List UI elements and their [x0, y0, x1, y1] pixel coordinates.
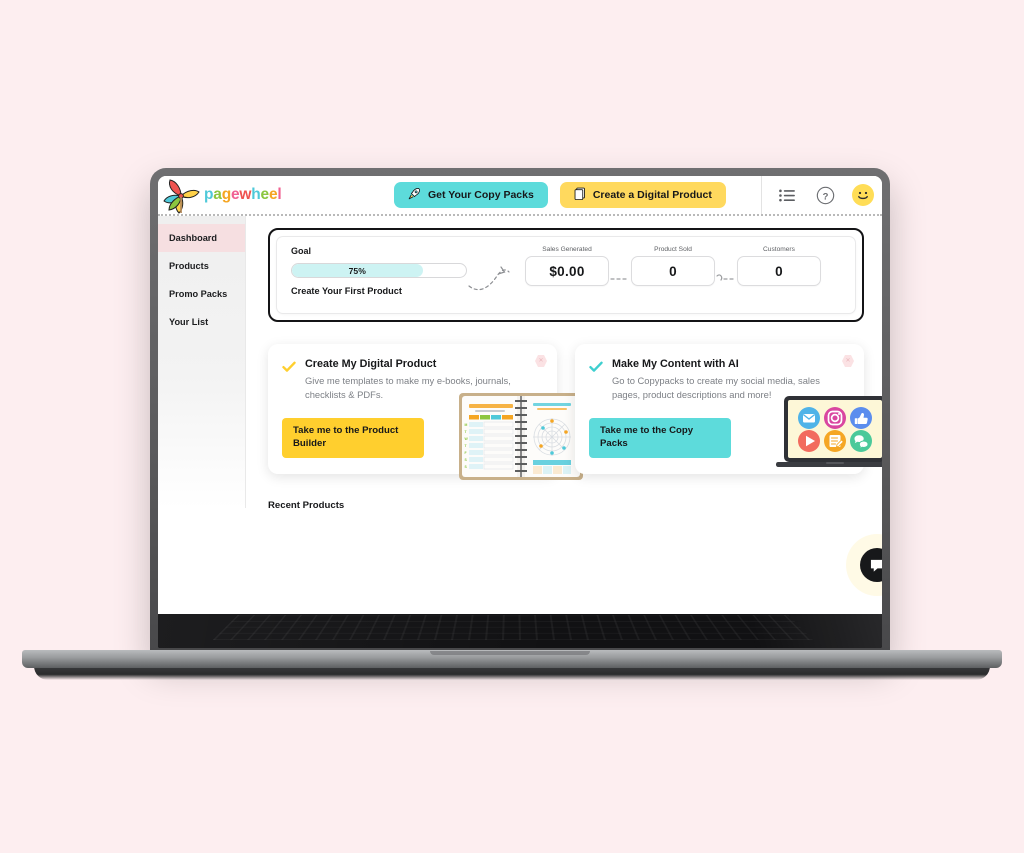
spiral-planner-illustration: MTW TFSS: [457, 390, 585, 482]
goal-stats: Sales Generated $0.00 Product Sold 0 Cus…: [525, 246, 821, 302]
goal-progress-bar: 75%: [291, 263, 467, 278]
sidebar-item-label: Products: [169, 261, 209, 271]
brand-name: pagewheel: [204, 186, 282, 203]
goal-card-inner: Goal 75% Create Your First Product Sales…: [276, 236, 856, 314]
laptop-base-notch: [430, 651, 590, 655]
get-copy-packs-button[interactable]: Get Your Copy Packs: [394, 182, 548, 208]
sidebar-item-promo-packs[interactable]: Promo Packs: [158, 280, 245, 308]
app-body: Dashboard Products Promo Packs Your List: [158, 216, 882, 612]
header-actions: Get Your Copy Packs Create a Digital Pro…: [394, 182, 726, 208]
laptop-base-shadow: [34, 666, 990, 680]
sidebar-item-your-list[interactable]: Your List: [158, 308, 245, 336]
help-circle-icon[interactable]: ?: [814, 184, 836, 206]
create-digital-product-label: Create a Digital Product: [592, 189, 712, 201]
sidebar-item-dashboard[interactable]: Dashboard: [158, 224, 245, 252]
goal-subtitle: Create Your First Product: [291, 286, 402, 296]
sidebar-item-products[interactable]: Products: [158, 252, 245, 280]
copy-packs-button[interactable]: Take me to the Copy Packs: [589, 418, 731, 458]
recent-products-title: Recent Products: [268, 500, 345, 511]
brand-logo[interactable]: pagewheel: [158, 176, 286, 214]
promo-card-ai-content: ✕ Make My Content with AI Go to Copypack…: [575, 344, 882, 474]
goal-progress-section: Goal 75% Create Your First Product: [291, 246, 467, 296]
goal-card: Goal 75% Create Your First Product Sales…: [268, 228, 864, 322]
svg-text:M: M: [465, 423, 468, 427]
stat-customers: Customers 0: [737, 246, 821, 286]
goal-progress-fill: 75%: [292, 264, 423, 277]
sidebar-item-label: Your List: [169, 317, 209, 327]
laptop-social-icons-illustration: [774, 394, 882, 472]
laptop-mockup: pagewheel Get Your Copy Packs Create a D…: [0, 0, 1024, 853]
promo-cards-row: ✕ Create My Digital Product Give me temp…: [268, 344, 882, 480]
goal-connector-arrow: [467, 246, 525, 302]
stat-product-sold: Product Sold 0: [631, 246, 715, 286]
promo-card-title: Create My Digital Product: [305, 358, 437, 370]
goal-progress-label: 75%: [348, 265, 366, 276]
goal-title: Goal: [291, 246, 312, 256]
main-content: Goal 75% Create Your First Product Sales…: [246, 216, 882, 612]
product-builder-button[interactable]: Take me to the Product Builder: [282, 418, 424, 458]
sidebar-item-label: Dashboard: [169, 233, 217, 243]
stat-box: 0: [631, 256, 715, 286]
stat-label: Sales Generated: [542, 246, 592, 253]
sidebar-item-label: Promo Packs: [169, 289, 228, 299]
stat-value: 0: [775, 263, 783, 279]
sidebar: Dashboard Products Promo Packs Your List: [158, 216, 246, 508]
stat-label: Product Sold: [654, 246, 692, 253]
promo-card-digital-product: ✕ Create My Digital Product Give me temp…: [268, 344, 583, 480]
get-copy-packs-label: Get Your Copy Packs: [428, 189, 534, 201]
svg-text:?: ?: [822, 191, 828, 202]
stat-box: 0: [737, 256, 821, 286]
stat-value: $0.00: [549, 263, 585, 279]
stat-sales-generated: Sales Generated $0.00: [525, 246, 609, 286]
stat-box: $0.00: [525, 256, 609, 286]
chat-bubble-icon[interactable]: [860, 548, 882, 582]
rocket-icon: [408, 187, 421, 203]
pinwheel-icon: [162, 176, 202, 214]
stat-connector-1: [609, 246, 631, 302]
stat-value: 0: [669, 263, 677, 279]
app-screen: pagewheel Get Your Copy Packs Create a D…: [158, 176, 882, 614]
svg-text:F: F: [465, 451, 467, 455]
create-digital-product-button[interactable]: Create a Digital Product: [559, 182, 726, 208]
app-header: pagewheel Get Your Copy Packs Create a D…: [158, 176, 882, 216]
document-icon: [574, 187, 586, 203]
check-icon: [282, 358, 296, 401]
list-icon[interactable]: [776, 184, 798, 206]
avatar[interactable]: [852, 184, 874, 206]
header-right-tools: ?: [761, 176, 874, 214]
stat-label: Customers: [763, 246, 795, 253]
promo-card-title: Make My Content with AI: [612, 358, 739, 370]
check-icon: [589, 358, 603, 401]
stat-connector-2: [715, 246, 737, 302]
